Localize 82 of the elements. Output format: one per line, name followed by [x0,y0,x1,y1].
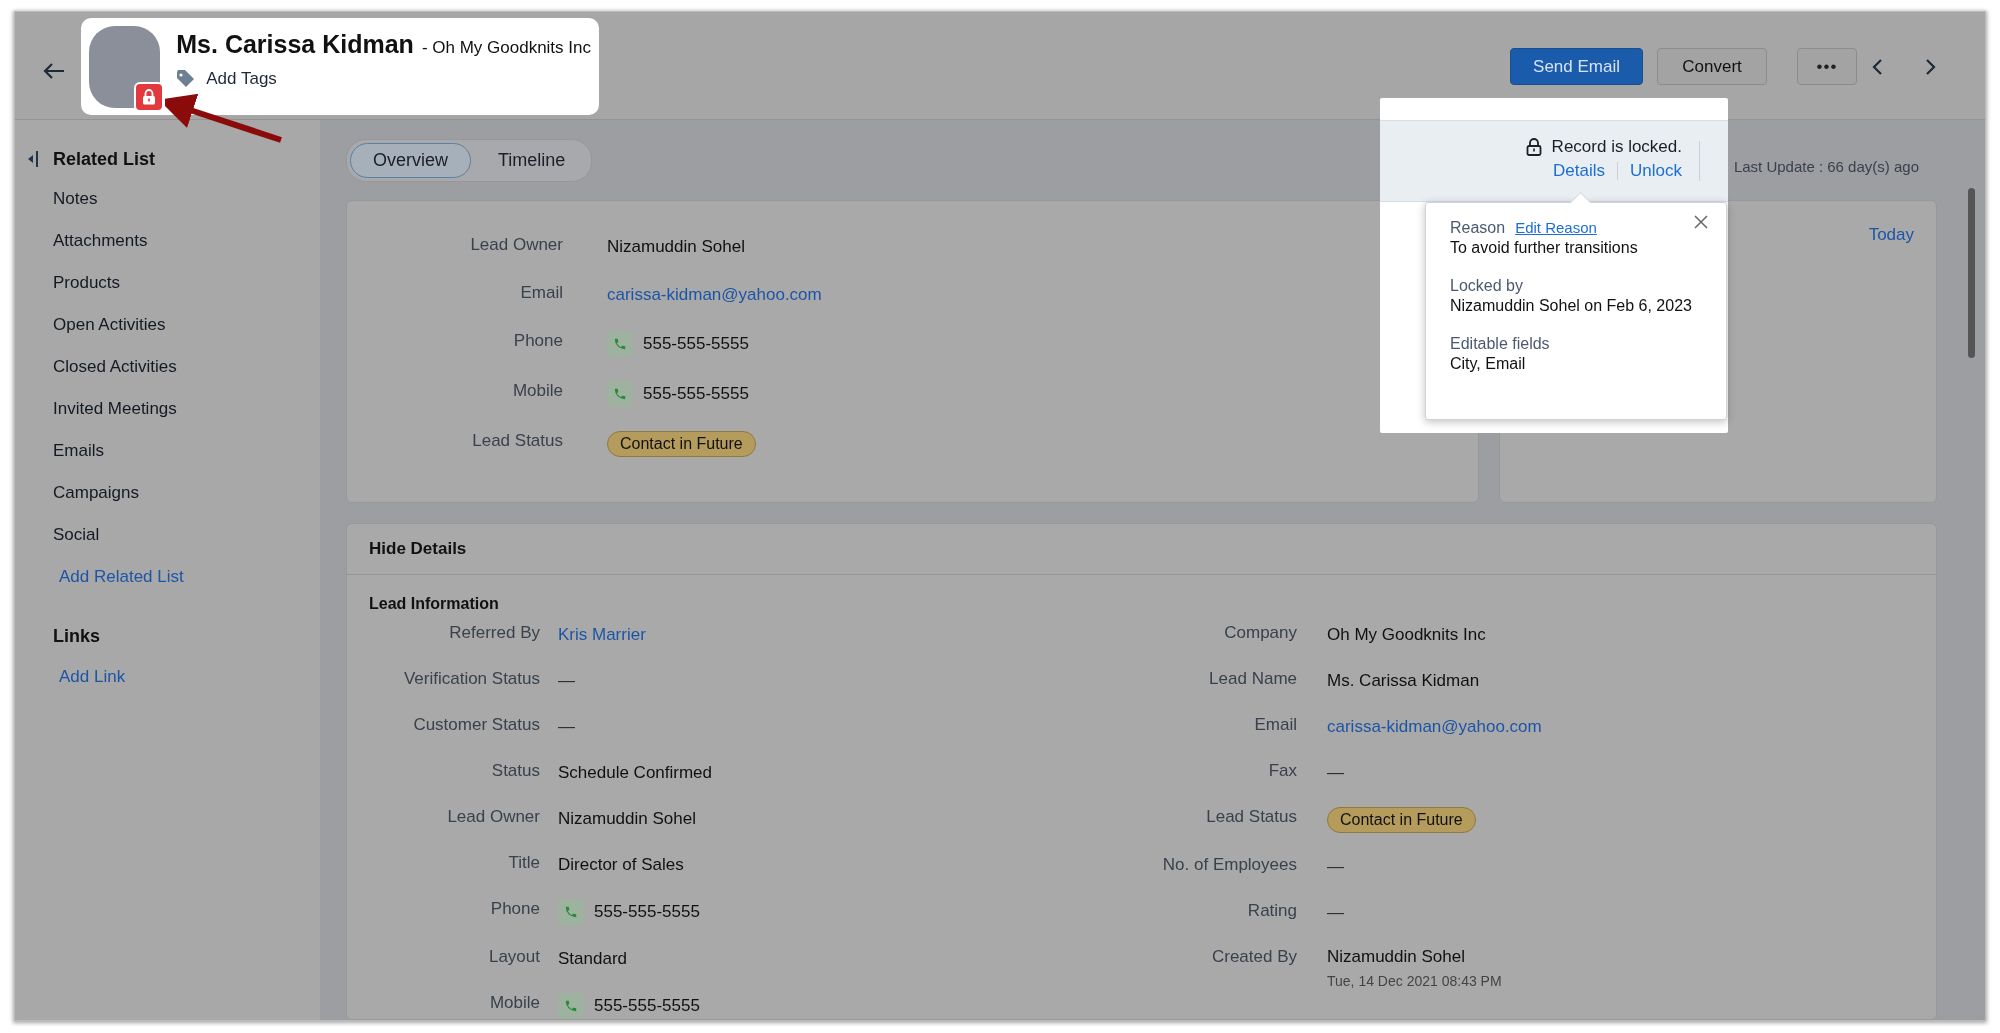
editable-fields-text: City, Email [1450,355,1527,373]
field-label: Email [519,283,563,304]
section-heading: Links [53,625,100,647]
field-label: Lead Owner [469,235,563,256]
sidebar-item[interactable]: Notes [53,189,98,209]
field-value: Oh My Goodknits Inc [1327,625,1486,645]
field-value: — [1327,857,1344,877]
locked-by-label: Locked by [1450,277,1524,295]
field-label: Title [507,853,540,874]
tab[interactable]: Timeline [475,142,589,178]
company-name: - Oh My Goodknits Inc [421,38,591,58]
previous-icon[interactable] [1871,57,1885,76]
field-label: Lead Name [1208,669,1297,690]
back-arrow-icon[interactable] [43,62,65,80]
field-label: Referred By [448,623,540,644]
sidebar-item[interactable]: Invited Meetings [53,399,177,419]
scrollbar-thumb[interactable] [1968,188,1975,358]
field-value: Schedule Confirmed [558,763,713,783]
field-value: — [558,671,575,691]
field-value: — [558,717,575,737]
phone-number: 555-555-5555 [594,902,700,922]
status-tag: Contact in Future [607,431,756,457]
field-label: Verification Status [402,669,540,690]
send-email-button[interactable]: Send Email [1510,48,1643,85]
field-label: Lead Owner [446,807,540,828]
field-label: Created By [1210,947,1297,968]
field-label: Lead Status [471,431,563,452]
field-value: — [1327,903,1344,923]
collapse-icon[interactable] [27,150,39,168]
sidebar-item[interactable]: Attachments [53,231,148,251]
field-value: Nizamuddin Sohel [1327,947,1466,967]
section-heading: Lead Information [369,595,499,612]
banner-link[interactable]: Unlock [1630,161,1682,181]
field-value: Nizamuddin Sohel [558,809,696,829]
sidebar-item[interactable]: Social [53,525,100,545]
field-label: Rating [1246,901,1297,922]
reason-label: Reason [1450,219,1506,236]
field-value: — [1327,763,1344,783]
reason-text: To avoid further transitions [1450,239,1639,257]
field-label: Fax [1267,761,1297,782]
locked-message: Record is locked. [1551,137,1682,157]
locked-by-text: Nizamuddin Sohel on Feb 6, 2023 [1450,297,1693,315]
field-value: Standard [558,949,627,969]
sidebar-item[interactable]: Open Activities [53,315,166,335]
field-label: No. of Employees [1161,855,1297,876]
tab[interactable]: Overview [350,142,471,178]
edit-reason-link[interactable]: Edit Reason [1515,219,1597,236]
field-value: Nizamuddin Sohel [607,237,745,257]
field-value: Ms. Carissa Kidman [1327,671,1480,691]
sidebar-item[interactable]: Products [53,273,121,293]
tag-icon[interactable] [176,70,197,88]
banner-link[interactable]: Details [1553,161,1606,181]
field-label: Mobile [511,381,563,402]
sidebar-item[interactable]: Campaigns [53,483,139,503]
field-value: Director of Sales [558,855,684,875]
close-icon[interactable] [1694,215,1708,229]
field-label: Lead Status [1205,807,1297,828]
field-label: Phone [489,899,540,920]
last-update-text: Last Update : 66 day(s) ago [1733,157,1919,175]
editable-fields-label: Editable fields [1450,335,1551,353]
field-label: Mobile [488,993,540,1014]
section-heading: Related List [53,148,156,170]
next-icon[interactable] [1923,57,1937,76]
field-label: Company [1223,623,1297,644]
sidebar-item[interactable]: Emails [53,441,104,461]
field-label: Phone [512,331,563,352]
sidebar-item[interactable]: Closed Activities [53,357,177,377]
phone-number: 555-555-5555 [643,334,749,354]
phone-number: 555-555-5555 [643,384,749,404]
field-label: Email [1253,715,1297,736]
status-tag: Contact in Future [1327,807,1476,833]
more-button[interactable]: ••• [1797,48,1857,85]
convert-button[interactable]: Convert [1657,48,1767,85]
phone-number: 555-555-5555 [594,996,700,1016]
created-time: Tue, 14 Dec 2021 08:43 PM [1327,973,1502,989]
field-label: Status [490,761,540,782]
field-label: Customer Status [412,715,540,736]
record-name: Ms. Carissa Kidman [176,30,414,59]
lock-icon [1525,138,1542,156]
field-label: Layout [487,947,540,968]
hide-details-toggle[interactable]: Hide Details [369,539,467,559]
add-tags-link[interactable]: Add Tags [206,69,277,89]
